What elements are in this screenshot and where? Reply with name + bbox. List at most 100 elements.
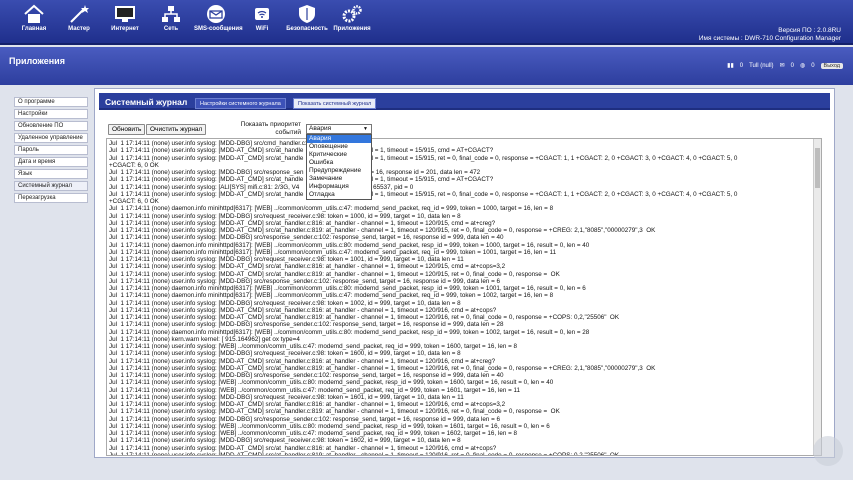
- nav-sms-label: SMS-сообщения: [194, 26, 243, 32]
- status-bar: ▮▮ 0 Tull (null) ✉ 0 ◍ 0 Выход: [727, 62, 843, 69]
- priority-option[interactable]: Авария: [307, 135, 371, 143]
- log-line: Jul 1 17:14:11 (none) user.info syslog: …: [109, 176, 494, 184]
- sidebar-item-remote-management[interactable]: Удаленное управление: [14, 133, 88, 143]
- priority-selected-value: Авария: [309, 125, 332, 132]
- mail-icon: ✉: [779, 63, 785, 69]
- network-icon: [162, 6, 180, 22]
- chevron-down-icon: ▼: [363, 126, 368, 132]
- clear-log-button[interactable]: Очистить журнал: [146, 124, 207, 135]
- log-line: Jul 1 17:14:11 (none) user.info syslog: …: [109, 321, 504, 329]
- system-log-panel: Системный журнал Настройки системного жу…: [94, 88, 835, 458]
- priority-option[interactable]: Ошибка: [307, 159, 371, 167]
- nav-wizard-button[interactable]: Мастер: [57, 2, 101, 42]
- log-line: Jul 1 17:14:11 (none) user.info syslog: …: [109, 343, 518, 350]
- top-navigation-bar: Главная Мастер Интернет Сеть SMS-сообщен…: [0, 0, 853, 45]
- sidebar-item-about[interactable]: О программе: [14, 97, 88, 107]
- scrollbar-thumb[interactable]: [815, 148, 820, 188]
- monitor-icon: [115, 6, 135, 22]
- log-line: Jul 1 17:14:11 (none) user.info syslog: …: [109, 183, 414, 191]
- log-line: Jul 1 17:14:11 (none) user.info syslog: …: [109, 408, 560, 416]
- log-line: Jul 1 17:14:11 (none) kern.warn kernel: …: [109, 335, 300, 343]
- log-line: Jul 1 17:14:11 (none) daemon.info miniht…: [109, 285, 586, 292]
- log-line: Jul 1 17:14:11 (none) user.info syslog: …: [109, 372, 504, 379]
- log-line: +CGACT: 6, 0 OK: [109, 198, 159, 205]
- nav-wifi-label: WiFi: [255, 26, 269, 32]
- nav-security-label: Безопасность: [286, 26, 328, 32]
- exit-button[interactable]: Выход: [820, 62, 843, 69]
- priority-select[interactable]: Авария ▼: [306, 124, 372, 134]
- log-line: Jul 1 17:14:11 (none) user.info syslog: …: [109, 263, 506, 271]
- counter-two: 0: [811, 62, 815, 69]
- log-line: Jul 1 17:14:11 (none) user.info syslog: …: [109, 154, 738, 162]
- log-line: Jul 1 17:14:11 (none) user.info syslog: …: [109, 270, 560, 278]
- log-line: Jul 1 17:14:11 (none) user.info syslog: …: [109, 437, 461, 445]
- tab-log-settings[interactable]: Настройки системного журнала: [195, 98, 286, 109]
- system-name: Имя системы : DWR-710 Configuration Mana…: [698, 35, 841, 42]
- log-line: Jul 1 17:14:11 (none) user.info syslog: …: [109, 212, 461, 220]
- tab-show-log[interactable]: Показать системный журнал: [293, 98, 377, 109]
- null-status: Tull (null): [749, 62, 774, 69]
- sidebar-item-reboot[interactable]: Перезагрузка: [14, 193, 88, 203]
- sidebar-item-system-log[interactable]: Системный журнал: [14, 181, 88, 191]
- log-line: Jul 1 17:14:11 (none) user.info syslog: …: [109, 401, 506, 408]
- wifi-icon: [255, 8, 269, 20]
- log-line: Jul 1 17:14:11 (none) daemon.info miniht…: [109, 248, 557, 256]
- nav-apps-label: Приложения: [333, 26, 371, 32]
- signal-icon: ▮▮: [727, 63, 734, 69]
- sidebar-item-password[interactable]: Пароль: [14, 145, 88, 155]
- priority-option[interactable]: Замечание: [307, 175, 371, 183]
- priority-option[interactable]: Предупреждение: [307, 167, 371, 175]
- firmware-version: Версия ПО : 2.0.8RU: [778, 27, 841, 34]
- sidebar-item-settings[interactable]: Настройки: [14, 109, 88, 119]
- log-text: Jul 1 17:14:11 (none) user.info syslog: …: [109, 140, 811, 456]
- log-line: Jul 1 17:14:11 (none) user.info syslog: …: [109, 357, 496, 365]
- log-line: Jul 1 17:14:11 (none) user.info syslog: …: [109, 219, 496, 227]
- log-line: Jul 1 17:14:11 (none) user.info syslog: …: [109, 234, 504, 242]
- log-line: Jul 1 17:14:11 (none) daemon.info miniht…: [109, 241, 590, 249]
- nav-wifi-button[interactable]: WiFi: [240, 2, 284, 42]
- envelope-icon: [207, 5, 225, 23]
- refresh-button[interactable]: Обновить: [108, 124, 146, 135]
- log-line: Jul 1 17:14:11 (none) user.info syslog: …: [109, 451, 620, 456]
- nav-internet-button[interactable]: Интернет: [103, 2, 147, 42]
- log-line: +CGACT: 6, 0 OK: [109, 161, 159, 169]
- log-line: Jul 1 17:14:11 (none) user.info syslog: …: [109, 169, 481, 176]
- log-line: Jul 1 17:14:11 (none) user.info syslog: …: [109, 314, 620, 321]
- log-line: Jul 1 17:14:11 (none) user.info syslog: …: [109, 190, 738, 198]
- log-line: Jul 1 17:14:11 (none) daemon.info miniht…: [109, 328, 590, 336]
- priority-option[interactable]: Критические: [307, 151, 371, 159]
- priority-option[interactable]: Оповещение: [307, 143, 371, 151]
- log-line: Jul 1 17:14:11 (none) user.info syslog: …: [109, 393, 464, 401]
- sidebar-item-language[interactable]: Язык: [14, 169, 88, 179]
- home-icon: [24, 4, 44, 23]
- nav-apps-button[interactable]: Приложения: [330, 2, 374, 42]
- sidebar-item-firmware-update[interactable]: Обновление ПО: [14, 121, 88, 131]
- counter-one: 0: [790, 62, 794, 69]
- log-line: Jul 1 17:14:11 (none) user.info syslog: …: [109, 444, 497, 452]
- log-line: Jul 1 17:14:11 (none) user.info syslog: …: [109, 386, 521, 394]
- nav-internet-label: Интернет: [111, 26, 139, 32]
- gears-icon: [342, 5, 362, 23]
- log-scrollbar[interactable]: [813, 139, 821, 455]
- priority-option[interactable]: Информация: [307, 183, 371, 191]
- nav-security-button[interactable]: Безопасность: [285, 2, 329, 42]
- shield-icon: [299, 5, 315, 23]
- priority-option[interactable]: Отладка: [307, 191, 371, 199]
- log-line: Jul 1 17:14:11 (none) user.info syslog: …: [109, 379, 554, 387]
- log-line: Jul 1 17:14:11 (none) user.info syslog: …: [109, 306, 497, 314]
- panel-title: Системный журнал: [105, 97, 188, 107]
- nav-home-button[interactable]: Главная: [12, 2, 56, 42]
- log-line: Jul 1 17:14:11 (none) daemon.info miniht…: [109, 292, 554, 300]
- section-header: Приложения ▮▮ 0 Tull (null) ✉ 0 ◍ 0 Выхо…: [0, 47, 853, 85]
- panel-header: Системный журнал Настройки системного жу…: [99, 93, 830, 110]
- priority-label: Показать приоритет событий: [240, 121, 301, 136]
- log-line: Jul 1 17:14:11 (none) user.info syslog: …: [109, 227, 656, 234]
- log-line: Jul 1 17:14:11 (none) user.info syslog: …: [109, 256, 464, 263]
- sidebar-item-date-time[interactable]: Дата и время: [14, 157, 88, 167]
- log-textarea[interactable]: Jul 1 17:14:11 (none) user.info syslog: …: [106, 138, 822, 456]
- nav-sms-button[interactable]: SMS-сообщения: [194, 2, 243, 42]
- nav-network-button[interactable]: Сеть: [149, 2, 193, 42]
- log-line: Jul 1 17:14:11 (none) user.info syslog: …: [109, 140, 366, 147]
- version-info: Версия ПО : 2.0.8RU Имя системы : DWR-71…: [699, 27, 841, 43]
- log-line: Jul 1 17:14:11 (none) user.info syslog: …: [109, 350, 461, 358]
